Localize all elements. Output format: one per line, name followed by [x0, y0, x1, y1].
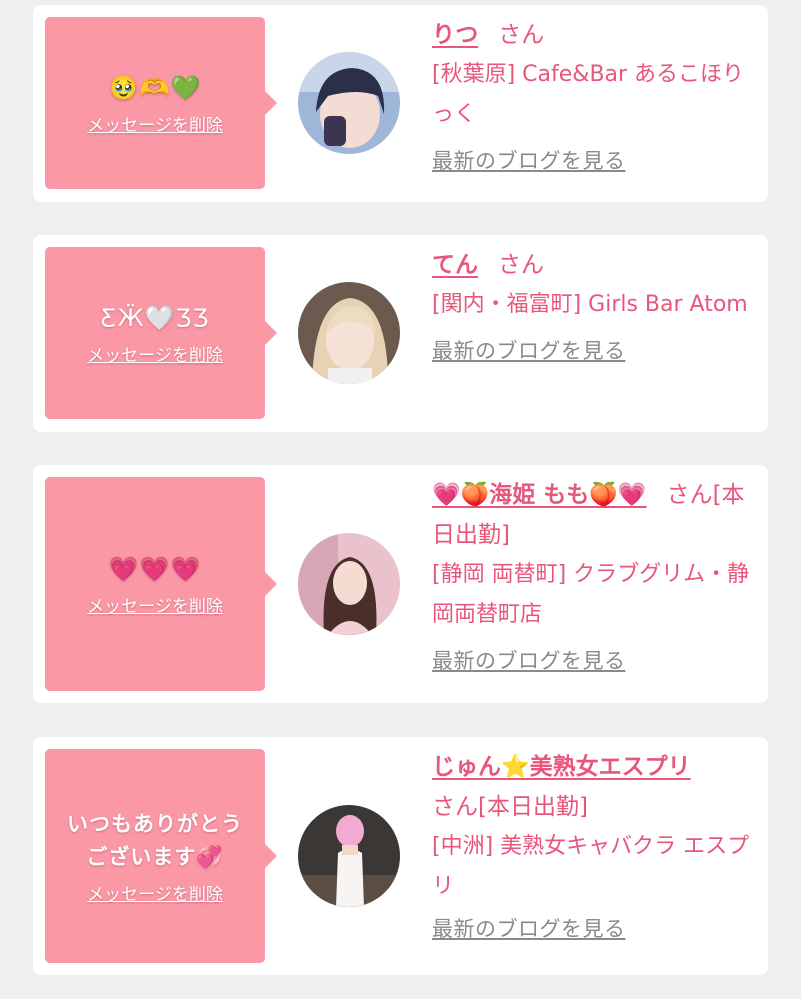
message-text: 💗💗💗: [108, 554, 202, 583]
message-bubble: 🥹🫶💚 メッセージを削除: [45, 17, 277, 189]
latest-blog-link[interactable]: 最新のブログを見る: [432, 645, 626, 675]
avatar[interactable]: [298, 282, 400, 384]
message-bubble: ƸӜ🤍ƷƷ メッセージを削除: [45, 247, 277, 419]
delete-message-link[interactable]: メッセージを削除: [87, 880, 223, 905]
latest-blog-link[interactable]: 最新のブログを見る: [432, 335, 626, 365]
profile-photo-long-hair-icon: [298, 533, 400, 635]
delete-message-link[interactable]: メッセージを削除: [87, 341, 223, 366]
message-text: ƸӜ🤍ƷƷ: [100, 303, 210, 332]
cast-name-link[interactable]: じゅん⭐美熟女エスプリ: [432, 754, 691, 780]
honorific: さん: [498, 22, 545, 48]
name-line: じゅん⭐美熟女エスプリ: [432, 747, 762, 787]
name-line: 💗🍑海姫 もも🍑💗 さん[本日出勤]: [432, 475, 762, 555]
message-text: いつもありがとうございます💞: [67, 811, 243, 869]
avatar[interactable]: [298, 533, 400, 635]
message-card: 🥹🫶💚 メッセージを削除 りつ さん [秋葉原] Cafe&Bar あるこほりっく…: [33, 5, 768, 202]
cast-name-link[interactable]: てん: [432, 252, 478, 278]
message-text: 🥹🫶💚: [108, 73, 202, 102]
cast-name-link[interactable]: 💗🍑海姫 もも🍑💗: [432, 482, 647, 508]
name-line: りつ さん: [432, 15, 762, 55]
latest-blog-link[interactable]: 最新のブログを見る: [432, 145, 626, 175]
info-column: てん さん [関内・福富町] Girls Bar Atom 最新のブログを見る: [432, 245, 762, 365]
message-card: ƸӜ🤍ƷƷ メッセージを削除 てん さん [関内・福富町] Girls Bar A…: [33, 235, 768, 432]
shop-name: [関内・福富町] Girls Bar Atom: [432, 292, 748, 317]
delete-message-link[interactable]: メッセージを削除: [87, 592, 223, 617]
shop-name: [秋葉原] Cafe&Bar あるこほりっく: [432, 62, 745, 127]
message-card: 💗💗💗 メッセージを削除 💗🍑海姫 もも🍑💗 さん[本日出勤] [静岡 両替町] …: [33, 465, 768, 703]
avatar[interactable]: [298, 805, 400, 907]
profile-photo-dark-hair-icon: [298, 52, 400, 154]
shop-name: [静岡 両替町] クラブグリム・静岡両替町店: [432, 562, 750, 627]
info-column: 💗🍑海姫 もも🍑💗 さん[本日出勤] [静岡 両替町] クラブグリム・静岡両替町店…: [432, 475, 762, 675]
honorific: さん: [432, 794, 478, 820]
info-column: じゅん⭐美熟女エスプリ さん[本日出勤] [中洲] 美熟女キャバクラ エスプリ …: [432, 747, 762, 943]
delete-message-link[interactable]: メッセージを削除: [87, 111, 223, 136]
honorific: さん: [498, 252, 544, 278]
status-badge: [本日出勤]: [478, 794, 588, 820]
honorific: さん: [666, 482, 713, 508]
message-card: いつもありがとうございます💞 メッセージを削除 じゅん⭐美熟女エスプリ さん[本…: [33, 737, 768, 975]
latest-blog-link[interactable]: 最新のブログを見る: [432, 913, 626, 943]
info-column: りつ さん [秋葉原] Cafe&Bar あるこほりっく 最新のブログを見る: [432, 15, 762, 175]
message-bubble: いつもありがとうございます💞 メッセージを削除: [45, 749, 277, 963]
avatar[interactable]: [298, 52, 400, 154]
cast-name-link[interactable]: りつ: [432, 22, 478, 48]
shop-name: [中洲] 美熟女キャバクラ エスプリ: [432, 834, 750, 899]
profile-photo-white-dress-icon: [298, 805, 400, 907]
name-line: てん さん: [432, 245, 762, 285]
profile-photo-blonde-hair-icon: [298, 282, 400, 384]
message-bubble: 💗💗💗 メッセージを削除: [45, 477, 277, 691]
name-line-continued: さん[本日出勤]: [432, 787, 762, 827]
